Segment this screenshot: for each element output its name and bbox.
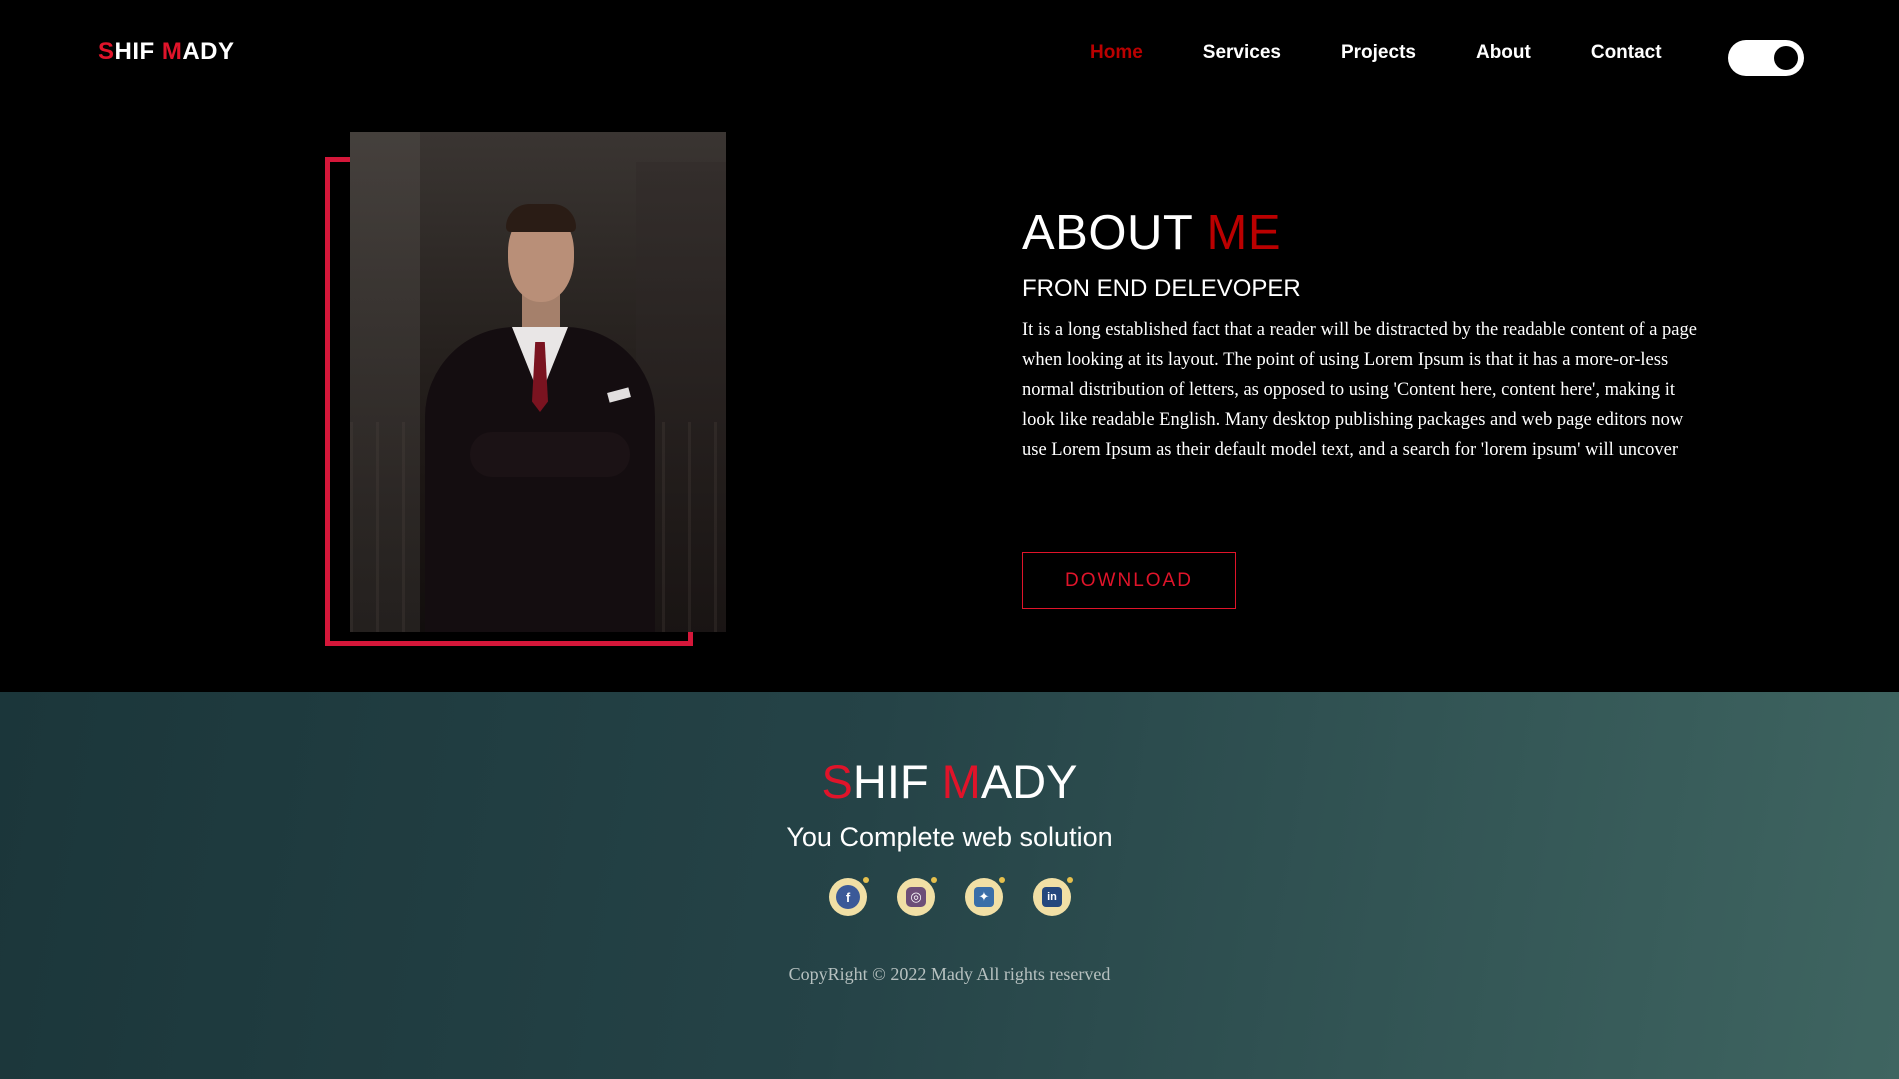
footer-logo-initial-m: M <box>941 755 981 808</box>
footer-logo-initial-s: S <box>821 755 853 808</box>
footer-logo-text-ady: ADY <box>980 755 1078 808</box>
footer-logo: SHIF MADY <box>0 754 1899 809</box>
facebook-icon[interactable]: f <box>829 877 869 916</box>
site-footer: SHIF MADY You Complete web solution f ◎ … <box>0 692 1899 1079</box>
instagram-glyph: ◎ <box>906 887 926 907</box>
about-section: ABOUT ME FRON END DELEVOPER It is a long… <box>1022 205 1712 465</box>
about-role: FRON END DELEVOPER <box>1022 275 1301 302</box>
nav-contact[interactable]: Contact <box>1591 42 1662 64</box>
copyright-text: CopyRight © 2022 Mady All rights reserve… <box>788 964 1111 984</box>
about-title-main: ABOUT <box>1022 206 1207 260</box>
instagram-icon[interactable]: ◎ <box>897 877 937 916</box>
linkedin-glyph: in <box>1042 887 1062 907</box>
theme-toggle[interactable] <box>1728 40 1804 76</box>
footer-logo-text-hif: HIF <box>852 755 942 808</box>
about-title: ABOUT ME <box>1022 205 1712 261</box>
twitter-glyph: ✦ <box>974 887 994 907</box>
social-links: f ◎ ✦ in <box>829 877 1073 916</box>
footer-tagline: You Complete web solution <box>786 822 1113 852</box>
twitter-icon[interactable]: ✦ <box>965 877 1005 916</box>
about-description: It is a long established fact that a rea… <box>1022 320 1697 460</box>
logo[interactable]: SHIF MADY <box>98 38 235 66</box>
profile-photo <box>350 132 726 632</box>
main-nav: Home Services Projects About Contact <box>1090 42 1662 64</box>
download-button[interactable]: DOWNLOAD <box>1022 552 1236 609</box>
nav-services[interactable]: Services <box>1203 42 1281 64</box>
logo-initial-s: S <box>98 38 115 65</box>
logo-initial-m: M <box>161 38 183 65</box>
nav-home[interactable]: Home <box>1090 42 1143 64</box>
nav-projects[interactable]: Projects <box>1341 42 1416 64</box>
facebook-glyph: f <box>836 885 860 909</box>
logo-text-ady: ADY <box>182 38 235 65</box>
nav-about[interactable]: About <box>1476 42 1531 64</box>
linkedin-icon[interactable]: in <box>1033 877 1073 916</box>
about-title-accent: ME <box>1206 206 1282 260</box>
toggle-knob <box>1774 46 1798 70</box>
site-header: SHIF MADY Home Services Projects About C… <box>0 0 1899 110</box>
logo-text-hif: HIF <box>114 38 162 65</box>
